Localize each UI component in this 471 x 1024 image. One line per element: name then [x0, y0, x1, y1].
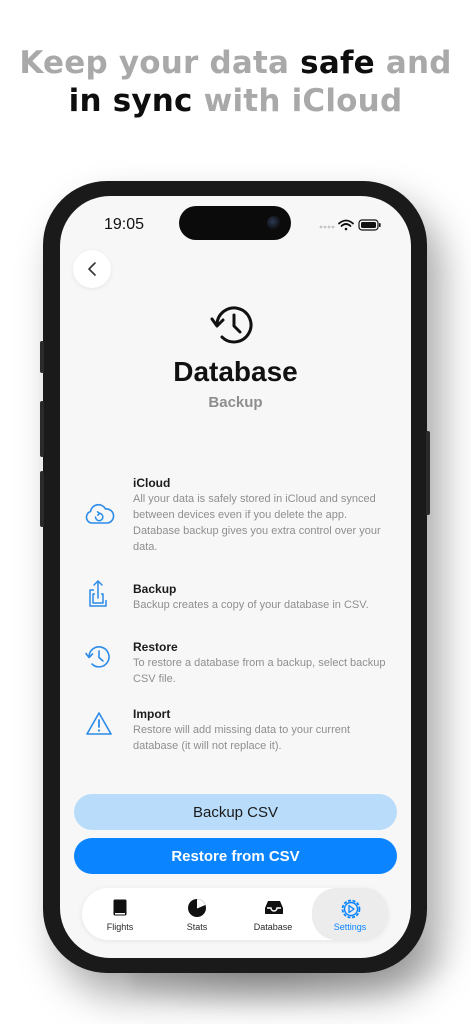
phone-side-button	[40, 471, 44, 527]
back-button[interactable]	[73, 250, 111, 288]
status-time: 19:05	[104, 216, 145, 233]
tab-database[interactable]: Database	[235, 888, 311, 940]
tab-bar: Flights Stats Database Settings	[82, 888, 388, 940]
feature-title: iCloud	[133, 476, 171, 490]
status-icons	[317, 218, 381, 232]
gear-icon	[340, 898, 361, 919]
headline-line-1: Keep your data safe and	[0, 44, 471, 82]
tab-label: Flights	[106, 922, 134, 932]
chevron-left-icon	[88, 262, 96, 276]
feature-description: Restore will add missing data to your cu…	[133, 724, 351, 752]
signal-icon	[319, 225, 335, 229]
camera-lens	[267, 216, 281, 230]
restore-csv-button[interactable]: Restore from CSV	[74, 838, 397, 874]
feature-description: All your data is safely stored in iCloud…	[133, 493, 381, 553]
book-icon	[110, 898, 130, 918]
tray-icon	[263, 898, 283, 918]
phone-screen: 19:05 Database Backup iCloud All your da…	[60, 196, 411, 958]
tab-label: Database	[253, 922, 293, 932]
page-subtitle: Backup	[208, 394, 263, 411]
feature-description: Backup creates a copy of your database i…	[133, 599, 369, 611]
tab-label: Settings	[333, 922, 367, 932]
pie-chart-icon	[187, 898, 207, 918]
tab-settings[interactable]: Settings	[312, 888, 388, 940]
headline-text-grey: Keep your data	[19, 45, 301, 81]
headline-text-grey-2: with iCloud	[192, 83, 403, 119]
backup-csv-button[interactable]: Backup CSV	[74, 794, 397, 830]
dynamic-island	[179, 206, 291, 240]
tab-label: Stats	[186, 922, 208, 932]
restore-clock-icon	[82, 640, 116, 674]
history-clock-icon	[209, 302, 259, 348]
headline-text-grey-end: and	[374, 45, 452, 81]
icloud-sync-icon	[82, 498, 116, 532]
tab-flights[interactable]: Flights	[82, 888, 158, 940]
feature-title: Backup	[133, 582, 177, 596]
share-export-icon	[82, 576, 116, 610]
battery-icon	[358, 219, 381, 231]
tab-stats[interactable]: Stats	[159, 888, 235, 940]
marketing-headline: Keep your data safe and in sync with iCl…	[0, 44, 471, 120]
headline-line-2: in sync with iCloud	[0, 82, 471, 120]
phone-side-button	[40, 401, 44, 457]
headline-text-bold-2: in sync	[68, 83, 193, 119]
wifi-icon	[338, 219, 354, 231]
feature-description: To restore a database from a backup, sel…	[133, 657, 386, 685]
page-title: Database	[173, 356, 298, 387]
warning-triangle-icon	[82, 707, 116, 741]
headline-text-bold: safe	[300, 45, 375, 81]
feature-title: Import	[133, 707, 171, 721]
phone-side-button	[40, 341, 44, 373]
feature-title: Restore	[133, 640, 178, 654]
phone-side-button	[426, 431, 430, 515]
